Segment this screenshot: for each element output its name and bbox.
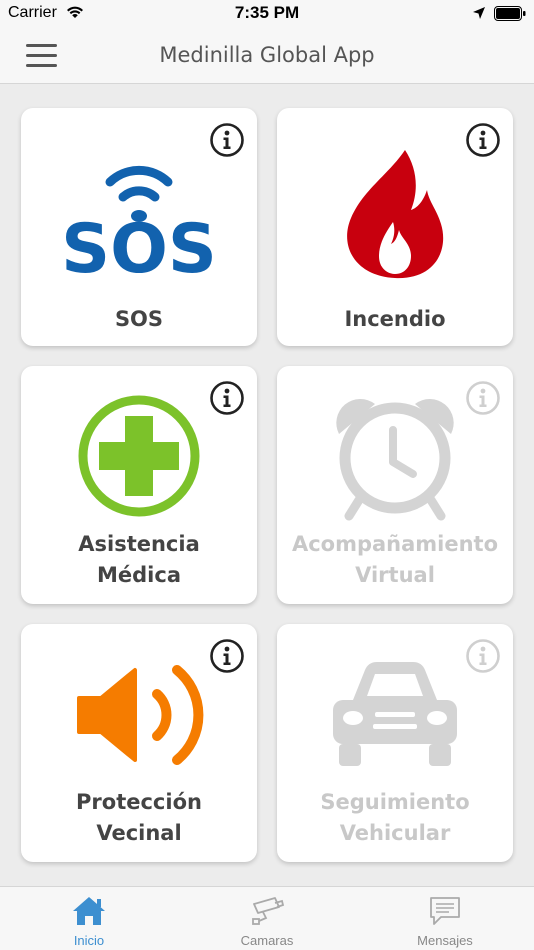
alarm-clock-icon xyxy=(336,398,454,521)
location-arrow-icon xyxy=(473,7,485,19)
tile-asistencia-medica[interactable]: Asistencia Médica xyxy=(21,366,257,604)
tab-mensajes[interactable]: Mensajes xyxy=(356,887,534,950)
page-title: Medinilla Global App xyxy=(159,43,375,67)
tile-label: Seguimiento Vehicular xyxy=(277,787,513,849)
status-time: 7:35 PM xyxy=(234,3,300,22)
car-icon xyxy=(333,662,457,766)
camera-icon xyxy=(252,897,285,925)
tile-label: Asistencia Médica xyxy=(21,529,257,591)
tile-label-line: Seguimiento xyxy=(320,790,470,814)
sos-icon-text: SOS xyxy=(61,210,217,280)
message-icon xyxy=(430,897,460,925)
tile-proteccion-vecinal[interactable]: Protección Vecinal xyxy=(21,624,257,862)
home-icon xyxy=(73,897,105,925)
tile-label: Acompañamiento Virtual xyxy=(277,529,513,591)
tile-label: SOS xyxy=(21,304,257,335)
speaker-icon xyxy=(77,665,204,765)
sos-signal-icon: SOS xyxy=(61,165,217,280)
tile-sos[interactable]: SOS SOS xyxy=(21,108,257,346)
status-bar: Carrier 7:35 PM xyxy=(0,0,534,28)
tile-label-line: Incendio xyxy=(344,307,446,331)
tile-label: Incendio xyxy=(277,304,513,335)
tab-inicio[interactable]: Inicio xyxy=(0,887,178,950)
tile-label-line: SOS xyxy=(114,307,164,331)
tab-label: Camaras xyxy=(240,933,294,948)
tab-label: Mensajes xyxy=(417,933,473,948)
services-grid: SOS SOS Incendio Asistencia Médica Acomp… xyxy=(0,84,534,886)
tile-label-line: Asistencia xyxy=(78,532,200,556)
fire-icon xyxy=(347,150,444,279)
tile-label-line: Acompañamiento xyxy=(291,532,499,556)
tab-label: Inicio xyxy=(73,933,105,948)
tile-label-line: Médica xyxy=(97,563,181,587)
tab-camaras[interactable]: Camaras xyxy=(178,887,356,950)
tile-label-line: Vecinal xyxy=(96,821,182,845)
tile-label-line: Protección xyxy=(76,790,202,814)
tile-label-line: Virtual xyxy=(355,563,435,587)
navigation-bar: Medinilla Global App xyxy=(0,28,534,84)
tile-incendio[interactable]: Incendio xyxy=(277,108,513,346)
tab-bar: Inicio Camaras Mensajes xyxy=(0,886,534,950)
medical-cross-icon xyxy=(78,395,200,517)
tile-label-line: Vehicular xyxy=(339,821,451,845)
tile-acompanamiento-virtual[interactable]: Acompañamiento Virtual xyxy=(277,366,513,604)
battery-icon xyxy=(494,6,526,21)
tile-label: Protección Vecinal xyxy=(21,787,257,849)
tile-seguimiento-vehicular[interactable]: Seguimiento Vehicular xyxy=(277,624,513,862)
